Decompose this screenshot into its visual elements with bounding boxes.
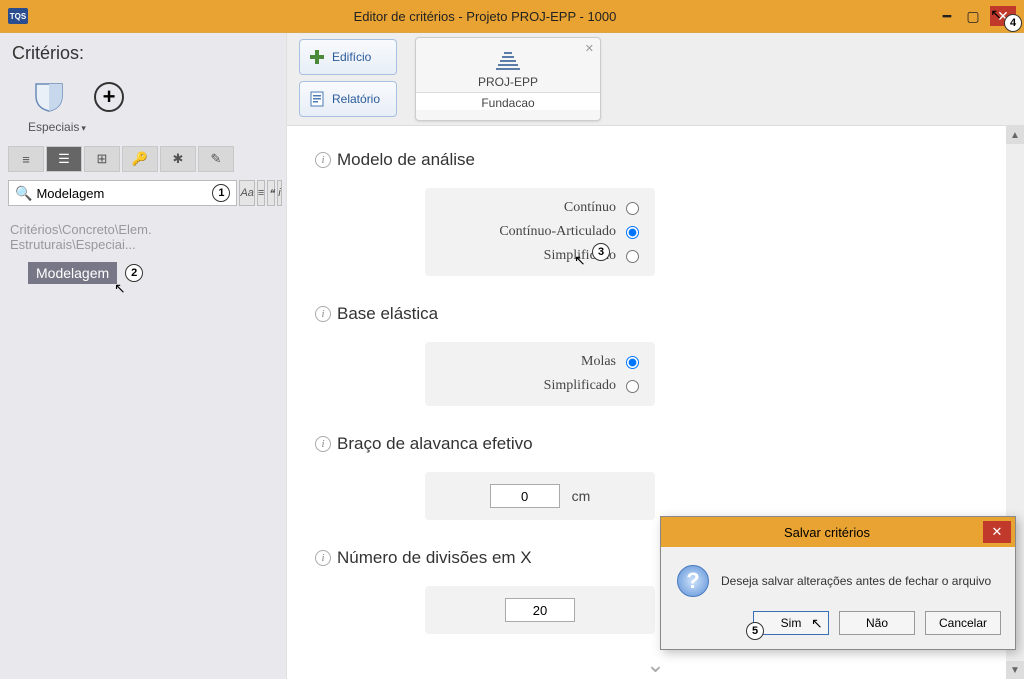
info-icon[interactable]: i [315, 306, 331, 322]
radio-continuo-articulado[interactable]: Contínuo-Articulado [425, 220, 655, 244]
sidebar-header: Critérios: [0, 33, 286, 68]
info-icon[interactable]: i [315, 550, 331, 566]
sidebar: Critérios: + Especiais ≡ ☰ ⊞ 🔑 ✱ ✎ 🔍 1 A… [0, 33, 287, 679]
view-center-icon[interactable]: ☰ [46, 146, 82, 172]
tab-label: Relatório [332, 92, 380, 106]
section-braco-title: i Braço de alavanca efetivo [315, 434, 996, 454]
sim-button[interactable]: Sim [753, 611, 829, 635]
radio-base-simplificado[interactable]: Simplificado [425, 374, 655, 398]
base-panel: Molas Simplificado [425, 342, 655, 406]
quote-toggle[interactable]: ❝ [267, 180, 275, 206]
especiais-dropdown[interactable]: Especiais [0, 120, 286, 146]
radio-molas[interactable]: Molas [425, 350, 655, 374]
search-input-wrapper: 🔍 1 [8, 180, 237, 206]
view-list-icon[interactable]: ≡ [8, 146, 44, 172]
tabs-area: Edifício Relatório ✕ PROJ-EPP Fundacao [287, 33, 1024, 125]
breadcrumb: Critérios\Concreto\Elem. Estruturais\Esp… [0, 212, 286, 256]
case-toggle[interactable]: Aa [239, 180, 254, 206]
unit-label: cm [572, 488, 591, 504]
tab-label: Edifício [332, 50, 371, 64]
scroll-up-icon[interactable]: ▲ [1006, 126, 1024, 144]
badge-3: 3 [592, 243, 610, 261]
dialog-message: Deseja salvar alterações antes de fechar… [721, 574, 991, 588]
project-name: PROJ-EPP [478, 75, 538, 89]
braco-input[interactable] [490, 484, 560, 508]
minimize-button[interactable]: ━ [934, 6, 960, 26]
asterisk-icon[interactable]: ✱ [160, 146, 196, 172]
match-toggle[interactable]: ≡ [257, 180, 265, 206]
badge-5: 5 [746, 622, 764, 640]
tree-item-label: Modelagem [28, 262, 117, 284]
project-subname: Fundacao [416, 92, 600, 110]
tab-edificio[interactable]: Edifício [299, 39, 397, 75]
save-dialog: Salvar critérios ✕ ? Deseja salvar alter… [660, 516, 1016, 650]
info-toggle[interactable]: i [277, 180, 281, 206]
pencil-icon[interactable]: ✎ [198, 146, 234, 172]
nao-button[interactable]: Não [839, 611, 915, 635]
dialog-close-button[interactable]: ✕ [983, 521, 1011, 543]
view-toolbar: ≡ ☰ ⊞ 🔑 ✱ ✎ [0, 146, 286, 172]
divx-input[interactable] [505, 598, 575, 622]
scroll-down-icon[interactable]: ▼ [1006, 661, 1024, 679]
maximize-button[interactable]: ▢ [960, 6, 986, 26]
info-icon[interactable]: i [315, 152, 331, 168]
search-icon: 🔍 [15, 185, 32, 202]
titlebar: TQS Editor de critérios - Projeto PROJ-E… [0, 0, 1024, 32]
plus-icon [308, 48, 326, 66]
section-modelo-title: i Modelo de análise [315, 150, 996, 170]
building-icon [494, 48, 522, 72]
dialog-titlebar: Salvar critérios ✕ [661, 517, 1015, 547]
shield-icon[interactable] [32, 82, 66, 112]
question-icon: ? [677, 565, 709, 597]
project-card[interactable]: ✕ PROJ-EPP Fundacao [415, 37, 601, 121]
add-button[interactable]: + [94, 82, 124, 112]
chevron-down-icon[interactable]: ⌄ [315, 652, 996, 678]
braco-panel: cm [425, 472, 655, 520]
radio-simplificado[interactable]: Simplificado [425, 244, 655, 268]
key-icon[interactable]: 🔑 [122, 146, 158, 172]
cancelar-button[interactable]: Cancelar [925, 611, 1001, 635]
radio-continuo[interactable]: Contínuo [425, 196, 655, 220]
badge-1: 1 [212, 184, 230, 202]
badge-4: 4 [1004, 14, 1022, 32]
app-icon: TQS [8, 8, 28, 24]
badge-2: 2 [125, 264, 143, 282]
info-icon[interactable]: i [315, 436, 331, 452]
modelo-panel: Contínuo Contínuo-Articulado Simplificad… [425, 188, 655, 276]
window-title: Editor de critérios - Projeto PROJ-EPP -… [36, 9, 934, 24]
view-grid-icon[interactable]: ⊞ [84, 146, 120, 172]
divx-panel [425, 586, 655, 634]
dialog-title-text: Salvar critérios [671, 525, 983, 540]
report-icon [308, 90, 326, 108]
tab-relatorio[interactable]: Relatório [299, 81, 397, 117]
section-base-title: i Base elástica [315, 304, 996, 324]
close-icon[interactable]: ✕ [585, 42, 594, 55]
tree-item-modelagem[interactable]: Modelagem 2 ↖ [28, 262, 286, 284]
search-input[interactable] [36, 186, 212, 201]
